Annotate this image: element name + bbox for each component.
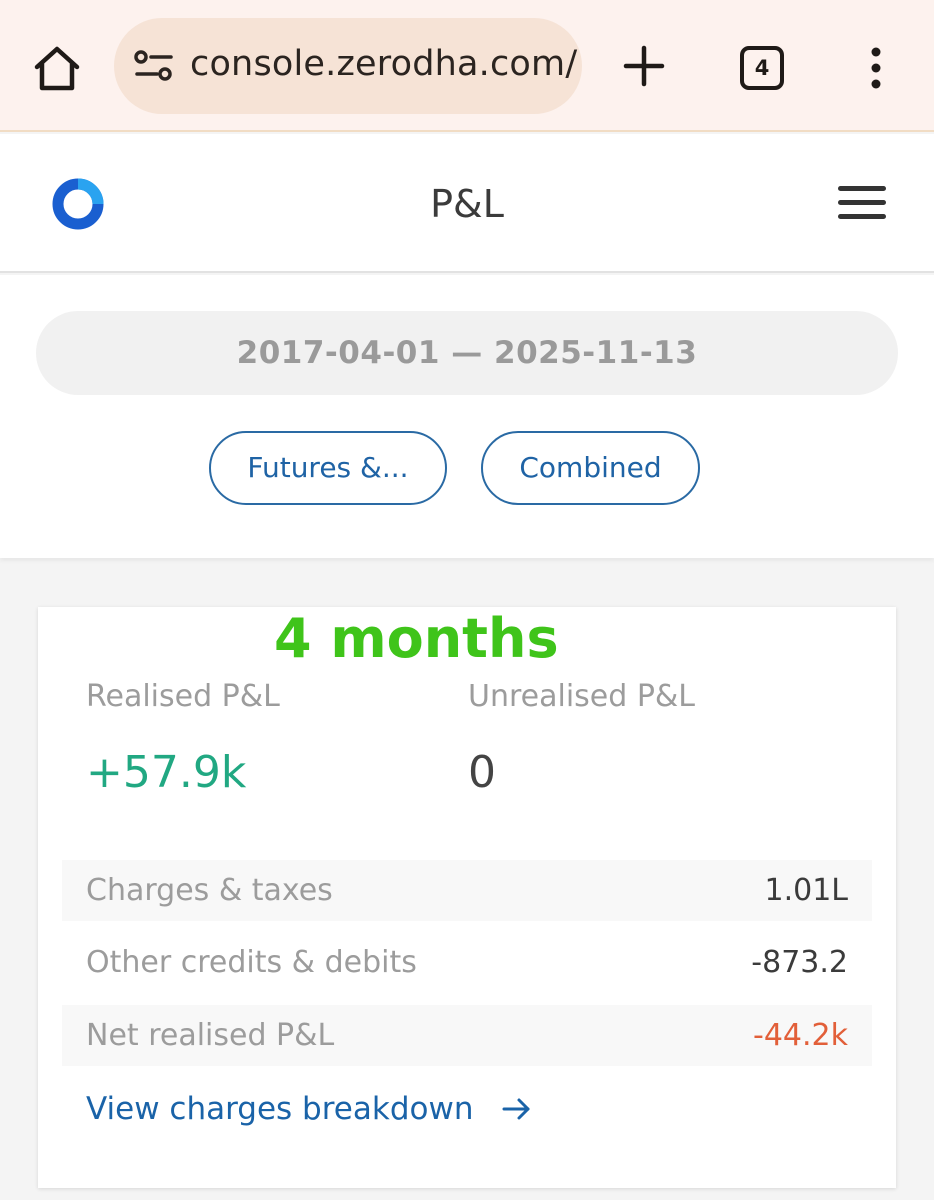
row-label: Other credits & debits: [86, 945, 417, 980]
tab-switcher-button[interactable]: 4: [740, 46, 784, 90]
view-charges-breakdown-link[interactable]: View charges breakdown: [86, 1087, 473, 1131]
segment-filter-button[interactable]: Futures &...: [209, 431, 447, 505]
page-title: P&L: [430, 182, 504, 226]
date-range-picker[interactable]: 2017-04-01 — 2025-11-13: [36, 311, 898, 395]
tab-count: 4: [754, 56, 770, 80]
unrealised-pnl-value: 0: [468, 747, 496, 798]
browser-toolbar: console.zerodha.com/ 4: [0, 0, 934, 132]
address-bar[interactable]: console.zerodha.com/: [114, 18, 582, 114]
more-vert-icon[interactable]: [860, 44, 892, 92]
row-value: -873.2: [751, 945, 848, 980]
arrow-right-icon[interactable]: [502, 1096, 532, 1122]
row-label: Net realised P&L: [86, 1018, 335, 1053]
app-header: P&L: [0, 134, 934, 273]
row-value: 1.01L: [764, 873, 848, 908]
unrealised-pnl-label: Unrealised P&L: [468, 679, 696, 714]
plus-icon[interactable]: [620, 42, 668, 90]
pnl-type-filter-button[interactable]: Combined: [481, 431, 700, 505]
row-value: -44.2k: [753, 1018, 848, 1053]
home-icon[interactable]: [30, 42, 84, 96]
net-realised-pnl-row: Net realised P&L -44.2k: [62, 1005, 872, 1066]
charges-taxes-row: Charges & taxes 1.01L: [62, 860, 872, 921]
site-settings-icon[interactable]: [134, 48, 174, 84]
filter-section: 2017-04-01 — 2025-11-13 Futures &... Com…: [0, 275, 934, 558]
hamburger-icon[interactable]: [838, 184, 886, 222]
url-text: console.zerodha.com/: [190, 44, 578, 84]
other-credits-debits-row: Other credits & debits -873.2: [62, 932, 872, 993]
row-label: Charges & taxes: [86, 873, 333, 908]
duration-annotation: 4 months: [274, 607, 559, 670]
realised-pnl-value: +57.9k: [86, 747, 247, 798]
realised-pnl-label: Realised P&L: [86, 679, 280, 714]
pnl-summary-card: 4 months Realised P&L Unrealised P&L +57…: [38, 607, 896, 1188]
